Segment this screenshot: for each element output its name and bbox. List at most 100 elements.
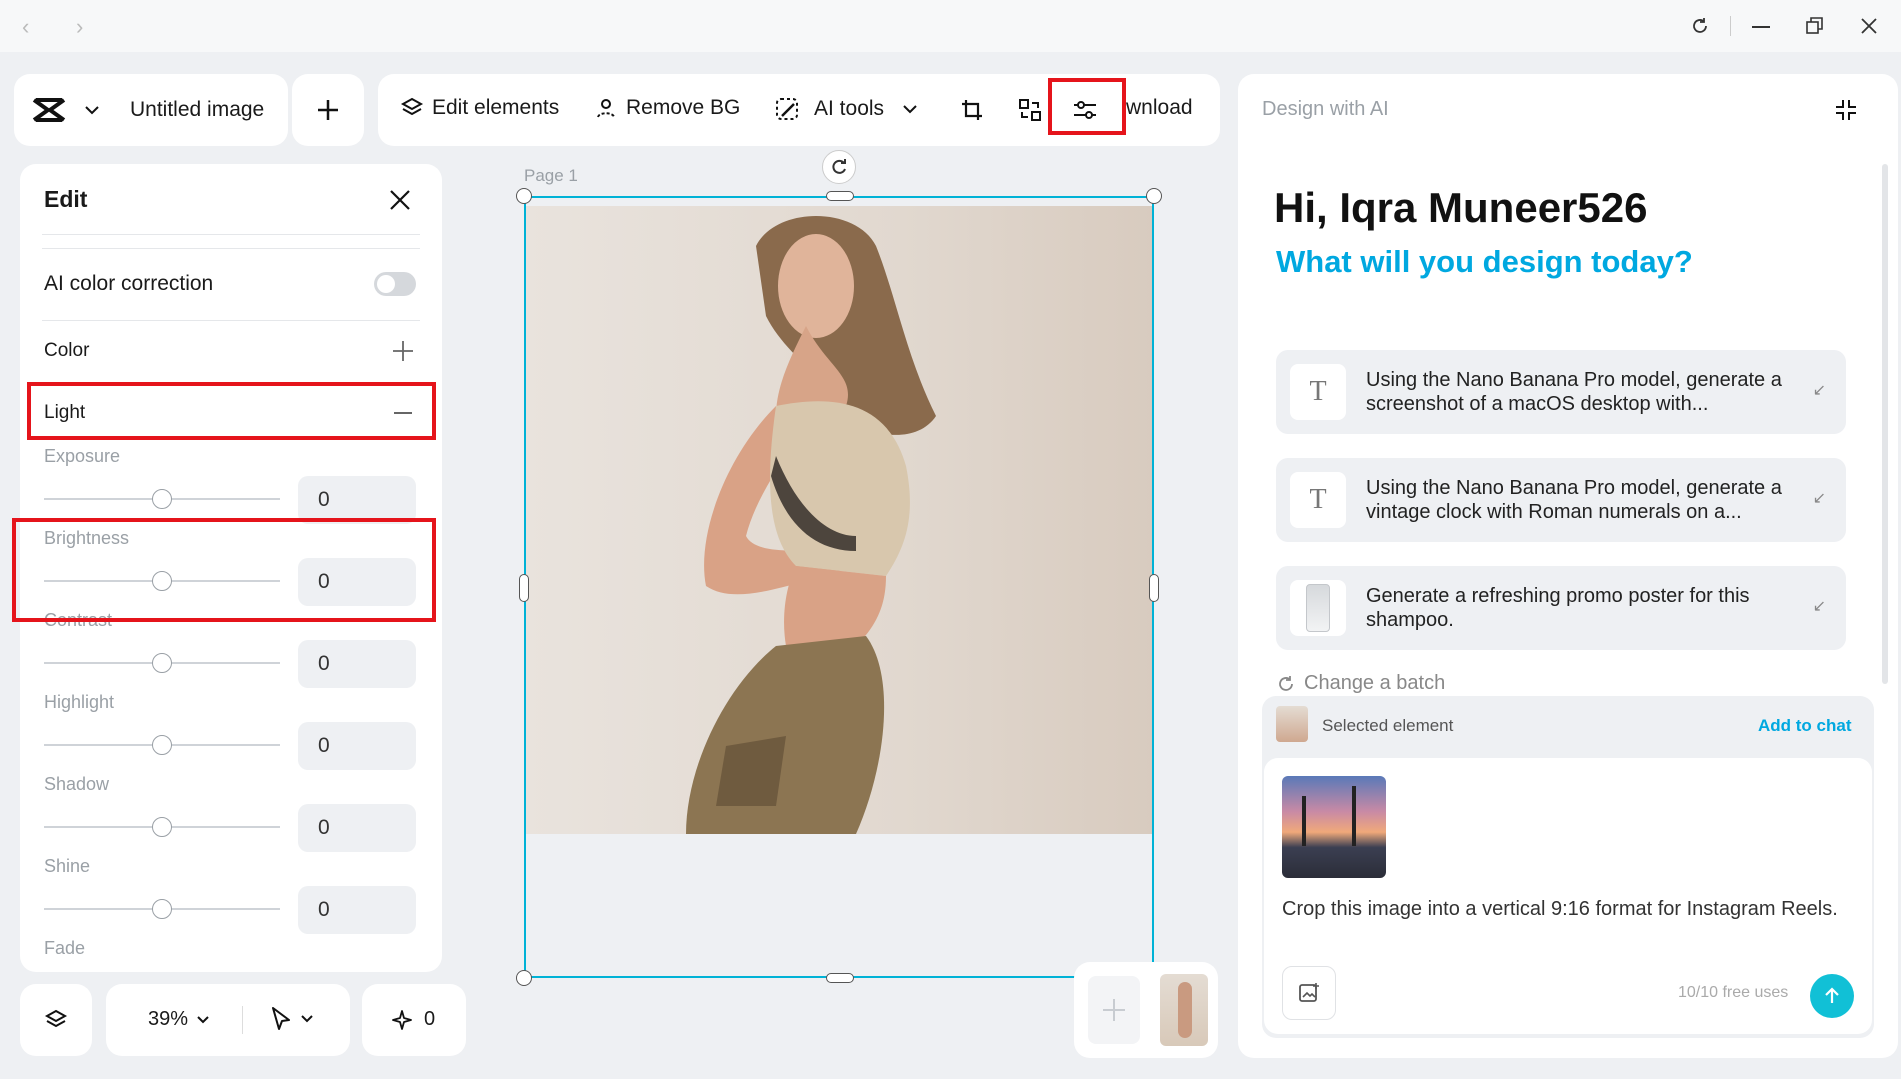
- resize-handle[interactable]: [1149, 574, 1159, 602]
- highlight-light-section: [27, 382, 436, 440]
- ai-panel-header: Design with AI: [1262, 98, 1389, 120]
- arrow-down-left-icon: ↙: [1812, 490, 1826, 507]
- close-panel-icon[interactable]: [388, 188, 412, 212]
- edit-elements-label: Edit elements: [432, 96, 560, 119]
- zoom-controls: 39%: [106, 984, 350, 1056]
- color-section-label[interactable]: Color: [44, 340, 89, 362]
- capcut-logo-icon[interactable]: [32, 96, 66, 124]
- send-button[interactable]: [1810, 974, 1854, 1018]
- arrow-down-left-icon: ↙: [1812, 598, 1826, 615]
- minimize-icon[interactable]: [1752, 26, 1770, 28]
- ai-tools-label: AI tools: [814, 97, 885, 120]
- chevron-down-icon: [197, 1015, 209, 1023]
- ai-color-correction-toggle[interactable]: [374, 272, 416, 296]
- attached-image-thumb[interactable]: [1282, 776, 1386, 878]
- zoom-value: 39%: [148, 1008, 189, 1030]
- chat-input-box[interactable]: Crop this image into a vertical 9:16 for…: [1264, 758, 1872, 1034]
- ai-tools-button[interactable]: AI tools: [774, 96, 918, 122]
- shine-slider[interactable]: [44, 899, 280, 919]
- add-image-icon: [1299, 983, 1319, 1002]
- exposure-value-input[interactable]: 0: [298, 476, 416, 524]
- shampoo-thumb-icon: [1290, 580, 1346, 636]
- shadow-slider[interactable]: [44, 817, 280, 837]
- slider-knob[interactable]: [152, 653, 172, 673]
- forward-icon[interactable]: ›: [76, 14, 83, 40]
- slider-knob[interactable]: [152, 735, 172, 755]
- divider: [42, 234, 420, 235]
- fade-label: Fade: [44, 938, 86, 958]
- highlight-brightness-row: [12, 518, 436, 622]
- page-thumbnail[interactable]: [1160, 974, 1208, 1046]
- refresh-icon: [1279, 675, 1293, 691]
- suggestion-text: Using the Nano Banana Pro model, generat…: [1366, 477, 1782, 523]
- highlight-adjust-button: [1048, 78, 1126, 135]
- add-page-thumb-button[interactable]: [1088, 976, 1140, 1044]
- chat-prompt-text[interactable]: Crop this image into a vertical 9:16 for…: [1282, 896, 1852, 922]
- divider: [42, 248, 420, 249]
- slider-knob[interactable]: [152, 899, 172, 919]
- refresh-icon[interactable]: [1690, 16, 1710, 36]
- download-button[interactable]: wnload: [1126, 96, 1193, 120]
- add-page-button[interactable]: [292, 74, 364, 146]
- chevron-down-icon: [301, 1015, 313, 1023]
- replace-icon[interactable]: [1018, 98, 1042, 122]
- slider-label: Highlight: [44, 692, 115, 712]
- doc-title[interactable]: Untitled image: [130, 98, 264, 122]
- remove-bg-button[interactable]: Remove BG: [594, 96, 740, 120]
- crop-icon[interactable]: [960, 98, 984, 122]
- zoom-dropdown[interactable]: 39%: [148, 1008, 210, 1031]
- add-to-chat-button[interactable]: Add to chat: [1758, 716, 1852, 736]
- highlight-slider[interactable]: [44, 735, 280, 755]
- highlight-value-input[interactable]: 0: [298, 722, 416, 770]
- add-image-button[interactable]: [1282, 966, 1336, 1020]
- resize-handle[interactable]: [519, 574, 529, 602]
- resize-handle[interactable]: [516, 970, 532, 986]
- shine-value-input[interactable]: 0: [298, 886, 416, 934]
- change-batch-button[interactable]: Change a batch: [1276, 672, 1445, 695]
- slider-label: Shadow: [44, 774, 110, 794]
- suggestion-card[interactable]: T Using the Nano Banana Pro model, gener…: [1276, 350, 1846, 434]
- edit-panel-title: Edit: [44, 186, 88, 212]
- expand-plus-icon[interactable]: [392, 340, 414, 362]
- header-card: Untitled image: [14, 74, 288, 146]
- plus-icon: [318, 100, 338, 120]
- greeting: Hi, Iqra Muneer526: [1274, 184, 1648, 231]
- chevron-down-icon: [903, 105, 917, 114]
- suggestion-card[interactable]: Generate a refreshing promo poster for t…: [1276, 566, 1846, 650]
- page-label: Page 1: [524, 166, 578, 185]
- chevron-down-icon[interactable]: [84, 104, 100, 116]
- remove-bg-label: Remove BG: [626, 96, 741, 119]
- exposure-slider[interactable]: [44, 489, 280, 509]
- sparkle-credits-button[interactable]: 0: [362, 984, 466, 1056]
- slider-knob[interactable]: [152, 817, 172, 837]
- pointer-tool-dropdown[interactable]: [270, 1006, 314, 1032]
- collapse-icon[interactable]: [1834, 98, 1858, 122]
- resize-handle[interactable]: [1146, 188, 1162, 204]
- sparkle-count: 0: [424, 1008, 436, 1030]
- edit-elements-button[interactable]: Edit elements: [400, 96, 559, 120]
- resize-handle[interactable]: [826, 191, 854, 201]
- selected-element-label: Selected element: [1322, 716, 1454, 735]
- back-icon[interactable]: ‹: [22, 14, 29, 40]
- magic-wand-icon: [776, 98, 798, 120]
- selection-box[interactable]: [524, 196, 1154, 978]
- ai-color-correction-label: AI color correction: [44, 272, 214, 295]
- slider-label: Exposure: [44, 446, 121, 466]
- shadow-value-input[interactable]: 0: [298, 804, 416, 852]
- selected-element-thumb: [1276, 706, 1308, 742]
- resize-handle[interactable]: [516, 188, 532, 204]
- contrast-value-input[interactable]: 0: [298, 640, 416, 688]
- suggestion-card[interactable]: T Using the Nano Banana Pro model, gener…: [1276, 458, 1846, 542]
- scrollbar[interactable]: [1882, 164, 1888, 684]
- rotate-handle[interactable]: [822, 150, 856, 184]
- rotate-icon: [832, 159, 846, 174]
- close-icon[interactable]: [1860, 17, 1878, 35]
- layers-button[interactable]: [20, 984, 92, 1056]
- suggestion-text: Generate a refreshing promo poster for t…: [1366, 585, 1750, 631]
- contrast-slider[interactable]: [44, 653, 280, 673]
- arrow-down-left-icon: ↙: [1812, 382, 1826, 399]
- slider-knob[interactable]: [152, 489, 172, 509]
- resize-handle[interactable]: [826, 973, 854, 983]
- sparkle-icon: [392, 1010, 412, 1030]
- restore-icon[interactable]: [1806, 17, 1824, 35]
